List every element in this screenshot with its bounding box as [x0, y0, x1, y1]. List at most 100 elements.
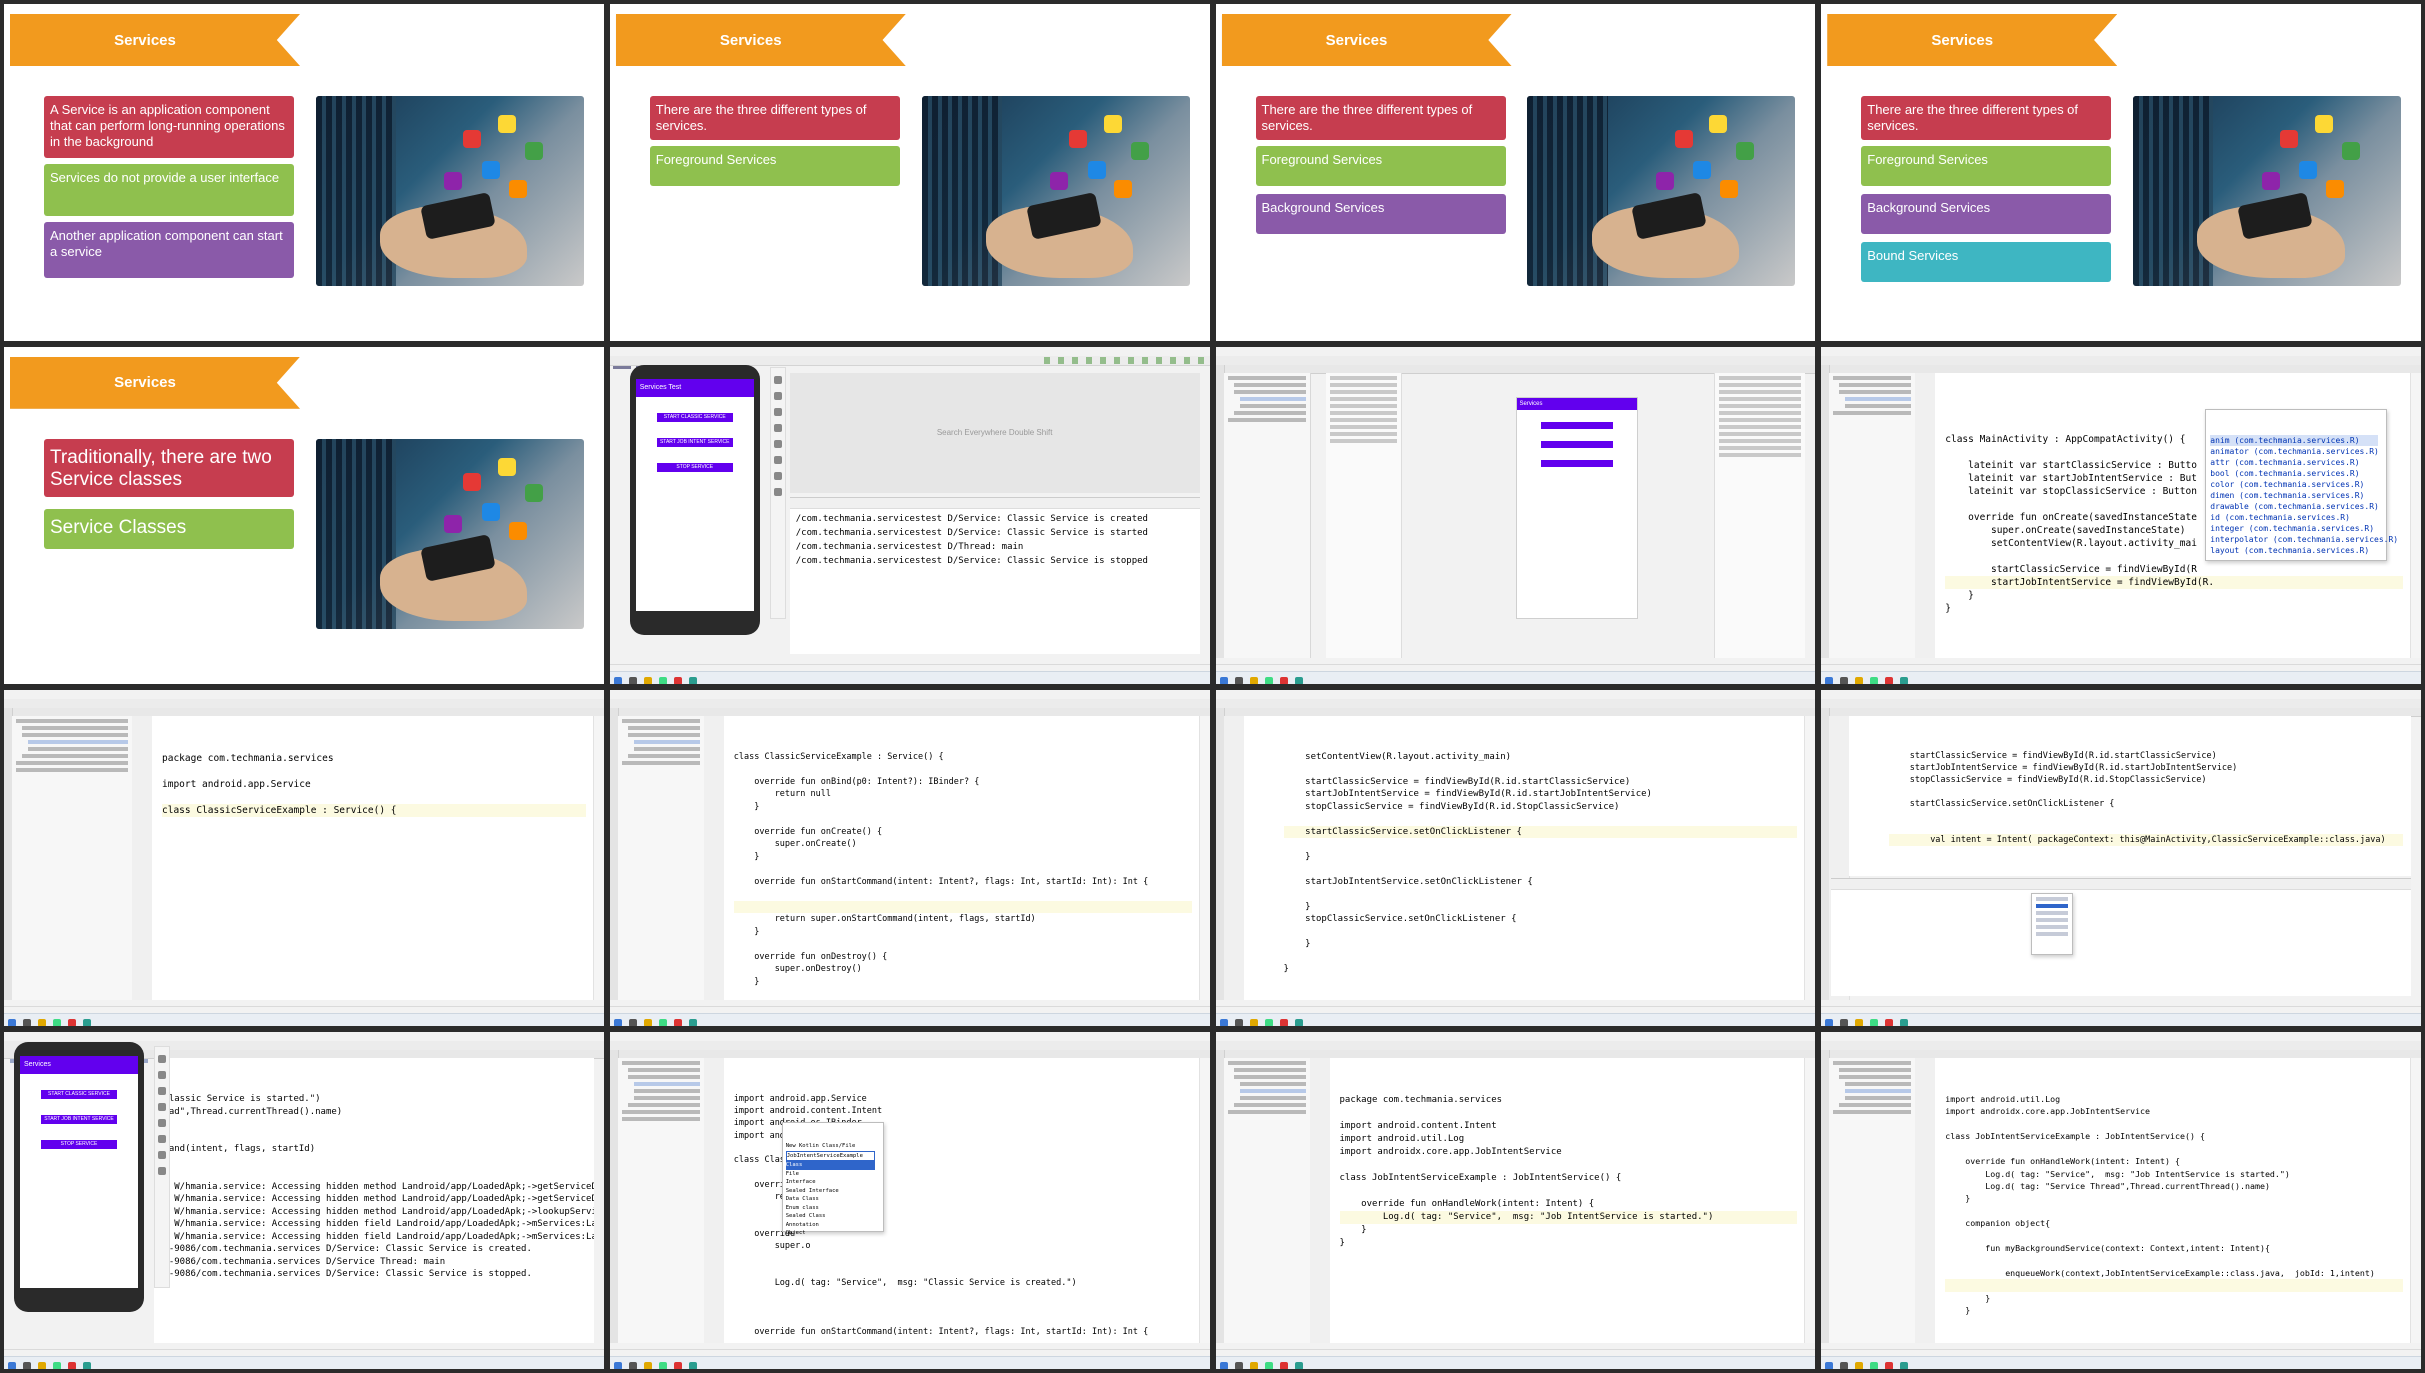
windows-taskbar[interactable] — [1215, 1013, 1816, 1027]
ide-emulator-logcat: Search Everywhere Double Shift Services … — [609, 346, 1210, 684]
slide-box: A Service is an application component th… — [44, 96, 294, 158]
windows-taskbar[interactable] — [1821, 1356, 2421, 1369]
slide-title: Services — [1325, 31, 1388, 49]
windows-taskbar[interactable] — [1821, 670, 2421, 684]
code-editor[interactable]: package com.techmania.services import an… — [152, 715, 594, 1001]
code-editor[interactable]: startClassicService = findViewById(R.id.… — [1849, 715, 2411, 877]
ide-emulator-logcat-2: "Classic Service is started.") read",Thre… — [4, 1032, 604, 1369]
code-editor[interactable]: "Classic Service is started.") read",Thre… — [154, 1058, 594, 1343]
ide-new-class-menu: import android.app.Service import android… — [609, 1032, 1210, 1369]
slide-title: Services — [1931, 31, 1994, 49]
slide-title-banner: Services — [10, 356, 300, 409]
windows-taskbar[interactable] — [609, 1013, 1210, 1027]
attributes-panel[interactable] — [1714, 372, 1806, 658]
design-canvas[interactable]: Services — [1515, 396, 1638, 619]
logcat-panel — [1831, 877, 2411, 997]
logcat-panel: /com.techmania.servicestest D/Service: C… — [789, 496, 1200, 654]
services-stock-photo — [2133, 96, 2401, 286]
windows-taskbar[interactable] — [4, 1013, 604, 1027]
code-editor[interactable]: class MainActivity : AppCompatActivity()… — [1935, 372, 2411, 658]
slide-box: Background Services — [1255, 194, 1506, 234]
ide-layout-designer: Services — [1215, 346, 1816, 684]
new-kotlin-class-popup[interactable]: New Kotlin Class/File JobIntentServiceExa… — [781, 1122, 884, 1236]
project-tree[interactable] — [1223, 372, 1311, 658]
editor-empty-area: Search Everywhere Double Shift — [789, 372, 1200, 493]
android-emulator[interactable]: Services START CLASSIC SERVICE START JOB… — [14, 1042, 144, 1313]
emulator-controls[interactable] — [769, 366, 786, 619]
ide-intent-logcat-filter: startClassicService = findViewById(R.id.… — [1821, 689, 2421, 1027]
slide-box: Foreground Services — [1861, 146, 2112, 186]
start-job-intent-service-button[interactable]: START JOB INTENT SERVICE — [41, 1115, 117, 1125]
project-tree[interactable] — [617, 1058, 705, 1343]
code-editor[interactable]: import android.util.Log import androidx.c… — [1935, 1058, 2411, 1343]
ide-classic-service-body: class ClassicServiceExample : Service() … — [609, 689, 1210, 1027]
slide-2: Services There are the three different t… — [609, 4, 1210, 341]
slide-box: There are the three different types of s… — [1255, 96, 1506, 140]
thumbnail-grid: Services A Service is an application com… — [0, 0, 2425, 1373]
ide-click-listeners: setContentView(R.layout.activity_main) s… — [1215, 689, 1816, 1027]
project-tree[interactable] — [12, 715, 133, 1001]
code-editor[interactable]: import android.app.Service import android… — [723, 1058, 1200, 1343]
stop-service-button[interactable]: STOP SERVICE — [656, 462, 733, 472]
project-tree[interactable] — [1223, 1058, 1311, 1343]
services-stock-photo — [315, 96, 584, 286]
slide-box: There are the three different types of s… — [649, 96, 900, 140]
slide-title: Services — [719, 31, 782, 49]
slide-box: Bound Services — [1861, 242, 2112, 282]
code-editor[interactable]: package com.techmania.services import an… — [1329, 1058, 1806, 1343]
windows-taskbar[interactable] — [609, 670, 1210, 684]
services-stock-photo — [1527, 96, 1796, 286]
ide-classic-service-header: package com.techmania.services import an… — [4, 689, 604, 1027]
search-hint: Search Everywhere Double Shift — [936, 427, 1053, 437]
slide-box: Another application component can start … — [44, 222, 294, 278]
start-job-intent-service-button[interactable]: START JOB INTENT SERVICE — [656, 437, 733, 447]
app-title: Services — [1516, 397, 1637, 410]
slide-box: Services do not provide a user interface — [44, 164, 294, 216]
project-tree[interactable] — [1829, 372, 1917, 658]
slide-box: Traditionally, there are two Service cla… — [44, 438, 294, 497]
ide-main-activity-autocomplete: class MainActivity : AppCompatActivity()… — [1821, 346, 2421, 684]
app-title: Services Test — [635, 378, 754, 397]
logcat-output: /com.techmania.servicestest D/Service: C… — [795, 513, 1148, 566]
slide-title-banner: Services — [10, 14, 300, 66]
ide-job-intent-service: package com.techmania.services import an… — [1215, 1032, 1816, 1369]
windows-taskbar[interactable] — [1215, 1356, 1816, 1369]
ide-job-intent-companion: import android.util.Log import androidx.c… — [1821, 1032, 2421, 1369]
project-tree[interactable] — [1829, 1058, 1917, 1343]
autocomplete-popup[interactable]: anim (com.techmania.services.R) animator … — [2205, 408, 2398, 561]
app-title: Services — [20, 1056, 138, 1075]
windows-taskbar[interactable] — [609, 1356, 1210, 1369]
slide-title: Services — [114, 374, 176, 392]
code-editor[interactable]: class ClassicServiceExample : Service() … — [723, 715, 1200, 1001]
slide-box: Foreground Services — [649, 146, 900, 186]
slide-1: Services A Service is an application com… — [4, 4, 604, 341]
windows-taskbar[interactable] — [4, 1356, 604, 1369]
palette-panel[interactable] — [1325, 372, 1402, 658]
slide-title-banner: Services — [615, 14, 906, 66]
stop-service-button[interactable]: STOP SERVICE — [41, 1140, 117, 1150]
slide-title: Services — [114, 31, 176, 49]
slide-5: Services Traditionally, there are two Se… — [4, 346, 604, 684]
slide-3: Services There are the three different t… — [1215, 4, 1816, 341]
slide-title-banner: Services — [1221, 14, 1512, 66]
slide-4: Services There are the three different t… — [1821, 4, 2421, 341]
slide-title-banner: Services — [1827, 14, 2118, 66]
log-level-dropdown[interactable] — [2031, 892, 2074, 955]
slide-box: There are the three different types of s… — [1861, 96, 2112, 140]
logcat-toolbar[interactable] — [789, 497, 1200, 509]
run-toolbar[interactable] — [1043, 356, 1204, 364]
windows-taskbar[interactable] — [1215, 670, 1816, 684]
logcat-toolbar[interactable] — [1831, 878, 2411, 890]
services-stock-photo — [921, 96, 1190, 286]
start-classic-service-button[interactable]: START CLASSIC SERVICE — [41, 1090, 117, 1100]
emulator-controls[interactable] — [154, 1046, 170, 1289]
slide-box: Background Services — [1861, 194, 2112, 234]
slide-box: Service Classes — [44, 508, 294, 549]
start-classic-service-button[interactable]: START CLASSIC SERVICE — [656, 412, 733, 422]
slide-box: Foreground Services — [1255, 146, 1506, 186]
windows-taskbar[interactable] — [1821, 1013, 2421, 1027]
code-editor[interactable]: setContentView(R.layout.activity_main) s… — [1243, 715, 1806, 1001]
project-tree[interactable] — [617, 715, 705, 1001]
android-emulator[interactable]: Services Test START CLASSIC SERVICE STAR… — [629, 364, 760, 635]
services-stock-photo — [315, 438, 584, 629]
